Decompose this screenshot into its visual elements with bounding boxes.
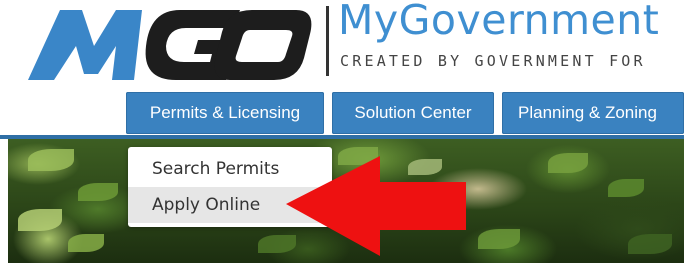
nav-tab-planning-zoning[interactable]: Planning & Zoning — [502, 92, 684, 134]
main-navigation: Permits & Licensing Solution Center Plan… — [0, 92, 684, 136]
arrow-left-icon — [284, 156, 468, 256]
logo-name: MyGovernment — [338, 0, 660, 44]
nav-tab-solution-center[interactable]: Solution Center — [332, 92, 494, 134]
site-logo[interactable]: MyGovernment CREATED BY GOVERNMENT FOR — [0, 0, 684, 88]
nav-tab-permits-licensing[interactable]: Permits & Licensing — [126, 92, 324, 134]
logo-tagline: CREATED BY GOVERNMENT FOR — [340, 52, 646, 70]
logo-divider — [326, 6, 329, 76]
mgo-logo-mark — [20, 2, 320, 86]
